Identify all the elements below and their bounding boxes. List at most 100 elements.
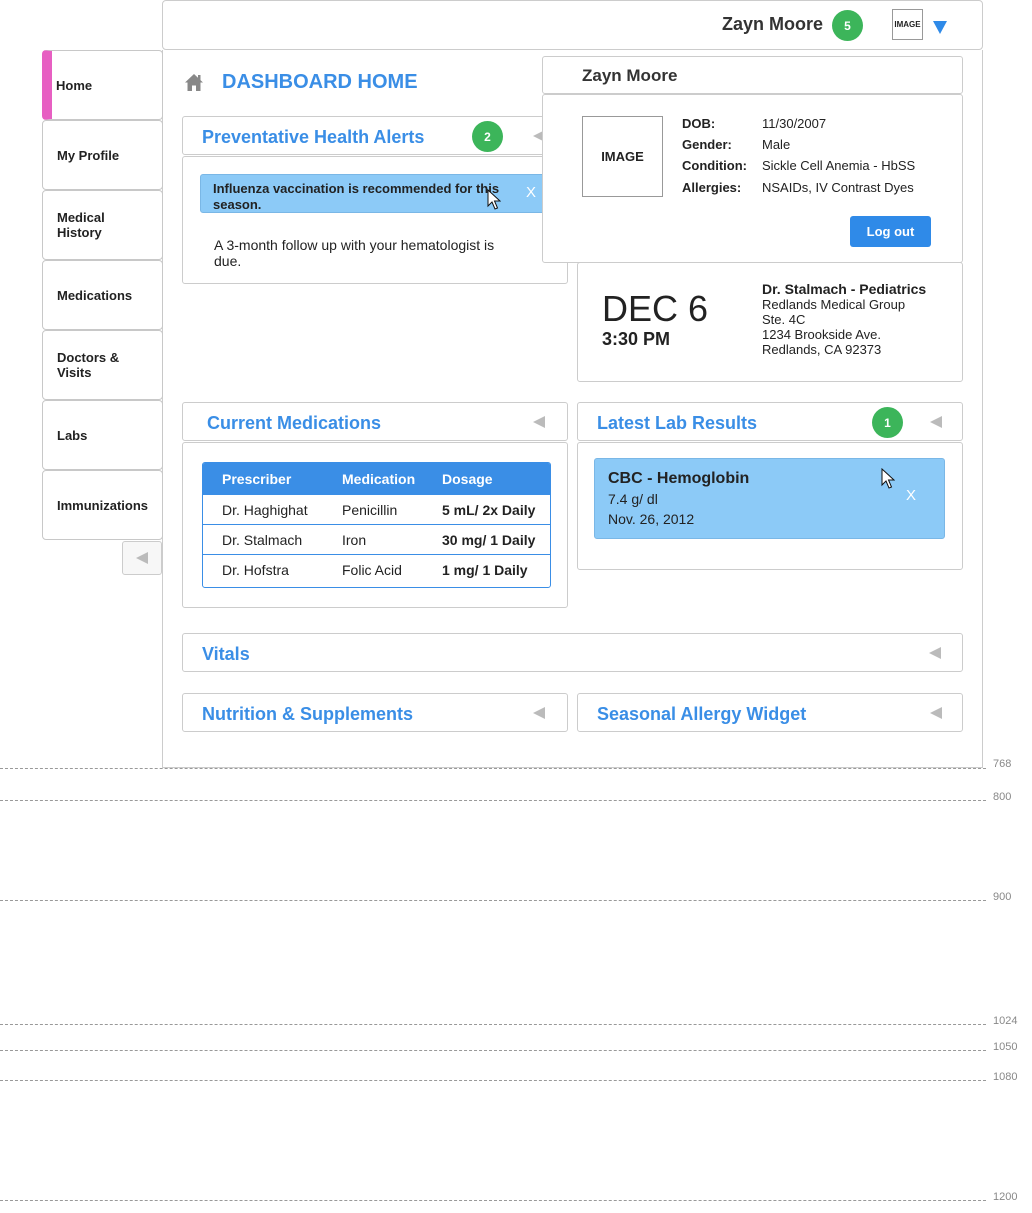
guide-label: 800 xyxy=(993,791,1012,803)
collapse-arrow-icon xyxy=(136,552,148,564)
vitals-collapse-icon[interactable] xyxy=(929,647,941,659)
vitals-widget-header[interactable]: Vitals xyxy=(182,633,963,672)
dosage-cell: 30 mg/ 1 Daily xyxy=(442,531,536,548)
prescriber-cell: Dr. Haghighat xyxy=(222,501,308,518)
labs-widget-header[interactable]: Latest Lab Results 1 xyxy=(577,402,963,441)
guide-line xyxy=(0,800,986,801)
header-user-name[interactable]: Zayn Moore xyxy=(722,14,823,35)
sidebar-item-my-profile[interactable]: My Profile xyxy=(42,120,163,190)
sidebar-item-label: Home xyxy=(56,77,93,93)
alert-close-button[interactable]: X xyxy=(526,184,536,201)
alerts-badge: 2 xyxy=(472,121,503,152)
medications-table-header: Prescriber Medication Dosage xyxy=(203,463,550,494)
sidebar-item-home[interactable]: Home xyxy=(42,50,163,120)
medication-cell: Iron xyxy=(342,531,367,548)
column-header-dosage: Dosage xyxy=(442,470,493,487)
nutrition-collapse-icon[interactable] xyxy=(533,707,545,719)
guide-line xyxy=(0,1050,986,1051)
guide-label: 1080 xyxy=(993,1071,1018,1083)
sidebar-item-label: Medications xyxy=(57,287,133,303)
guide-line xyxy=(0,768,986,769)
guide-label: 1050 xyxy=(993,1041,1018,1053)
table-row[interactable]: Dr. Stalmach Iron 30 mg/ 1 Daily xyxy=(203,524,550,554)
medications-widget-header[interactable]: Current Medications xyxy=(182,402,568,441)
prescriber-cell: Dr. Hofstra xyxy=(222,561,289,578)
appointment-date: DEC 6 xyxy=(602,288,709,329)
nutrition-widget-header[interactable]: Nutrition & Supplements xyxy=(182,693,568,732)
sidebar-item-label: My Profile xyxy=(57,147,120,163)
alert-primary-text: Influenza vaccination is recommended for… xyxy=(213,181,500,212)
dosage-cell: 1 mg/ 1 Daily xyxy=(442,561,528,578)
appointment-time: 3:30 PM xyxy=(602,329,671,349)
prescriber-cell: Dr. Stalmach xyxy=(222,531,303,548)
appointment-doctor: Dr. Stalmach - Pediatrics xyxy=(762,281,927,297)
guide-line xyxy=(0,1200,986,1201)
alerts-widget-title: Preventative Health Alerts xyxy=(202,127,425,147)
sidebar-item-label: Medical History xyxy=(57,210,105,240)
appointment-city: Redlands, CA 92373 xyxy=(762,342,882,357)
appointment-practice: Redlands Medical Group xyxy=(762,297,906,312)
alerts-widget-header[interactable]: Preventative Health Alerts 2 xyxy=(182,116,568,155)
allergy-widget-header[interactable]: Seasonal Allergy Widget xyxy=(577,693,963,732)
sidebar-item-label: Doctors & Visits xyxy=(57,350,120,380)
mouse-cursor-icon xyxy=(487,189,501,210)
allergies-label: Allergies: xyxy=(682,180,742,195)
sidebar-item-label: Labs xyxy=(57,427,88,443)
labs-collapse-icon[interactable] xyxy=(930,416,942,428)
table-row[interactable]: Dr. Haghighat Penicillin 5 mL/ 2x Daily xyxy=(203,494,550,524)
dropdown-arrow-icon[interactable] xyxy=(933,21,947,34)
lab-test-name: CBC - Hemoglobin xyxy=(608,470,750,487)
sidebar-item-medical-history[interactable]: Medical History xyxy=(42,190,163,260)
allergy-widget-title: Seasonal Allergy Widget xyxy=(597,704,807,724)
appointment-street: 1234 Brookside Ave. xyxy=(762,327,882,342)
column-header-prescriber: Prescriber xyxy=(222,470,292,487)
condition-value: Sickle Cell Anemia - HbSS xyxy=(762,158,916,173)
lab-test-value: 7.4 g/ dl xyxy=(608,491,658,507)
dob-label: DOB: xyxy=(682,116,716,131)
condition-label: Condition: xyxy=(682,158,747,173)
gender-value: Male xyxy=(762,137,791,152)
medication-cell: Folic Acid xyxy=(342,561,402,578)
logout-button[interactable]: Log out xyxy=(850,216,931,247)
profile-photo: IMAGE xyxy=(582,116,663,197)
sidebar-item-labs[interactable]: Labs xyxy=(42,400,163,470)
labs-badge: 1 xyxy=(872,407,903,438)
guide-label: 900 xyxy=(993,891,1012,903)
guide-line xyxy=(0,1080,986,1081)
table-row[interactable]: Dr. Hofstra Folic Acid 1 mg/ 1 Daily xyxy=(203,554,550,584)
guide-line xyxy=(0,1024,986,1025)
allergies-value: NSAIDs, IV Contrast Dyes xyxy=(762,180,914,195)
page-title: DASHBOARD HOME xyxy=(222,71,418,93)
alert-item-secondary: A 3-month follow up with your hematologi… xyxy=(214,237,495,269)
nutrition-widget-title: Nutrition & Supplements xyxy=(202,704,413,724)
sidebar-item-doctors-visits[interactable]: Doctors & Visits xyxy=(42,330,163,400)
medications-widget-title: Current Medications xyxy=(207,413,382,433)
profile-dropdown-header: Zayn Moore xyxy=(542,56,963,94)
mouse-cursor-icon xyxy=(881,468,895,489)
column-header-medication: Medication xyxy=(342,470,416,487)
lab-test-date: Nov. 26, 2012 xyxy=(608,511,695,527)
gender-label: Gender: xyxy=(682,137,732,152)
appointment-suite: Ste. 4C xyxy=(762,312,806,327)
lab-close-button[interactable]: X xyxy=(906,487,916,504)
sidebar-item-label: Immunizations xyxy=(57,497,149,513)
guide-label: 1200 xyxy=(993,1191,1018,1203)
guide-line xyxy=(0,900,986,901)
guide-label: 1024 xyxy=(993,1015,1018,1027)
sidebar-item-medications[interactable]: Medications xyxy=(42,260,163,330)
labs-widget-title: Latest Lab Results xyxy=(597,413,758,433)
medications-table: Prescriber Medication Dosage Dr. Haghigh… xyxy=(202,462,551,588)
home-icon xyxy=(185,74,203,91)
notification-badge[interactable]: 5 xyxy=(832,10,863,41)
vitals-widget-title: Vitals xyxy=(202,644,250,664)
dosage-cell: 5 mL/ 2x Daily xyxy=(442,501,536,518)
guide-label: 768 xyxy=(993,758,1012,770)
allergy-collapse-icon[interactable] xyxy=(930,707,942,719)
medication-cell: Penicillin xyxy=(342,501,398,518)
sidebar-collapse-button[interactable] xyxy=(122,541,162,575)
header-avatar[interactable]: IMAGE xyxy=(892,9,923,40)
dob-value: 11/30/2007 xyxy=(762,116,827,131)
profile-dropdown-name: Zayn Moore xyxy=(582,66,678,85)
medications-collapse-icon[interactable] xyxy=(533,416,545,428)
sidebar-item-immunizations[interactable]: Immunizations xyxy=(42,470,163,540)
